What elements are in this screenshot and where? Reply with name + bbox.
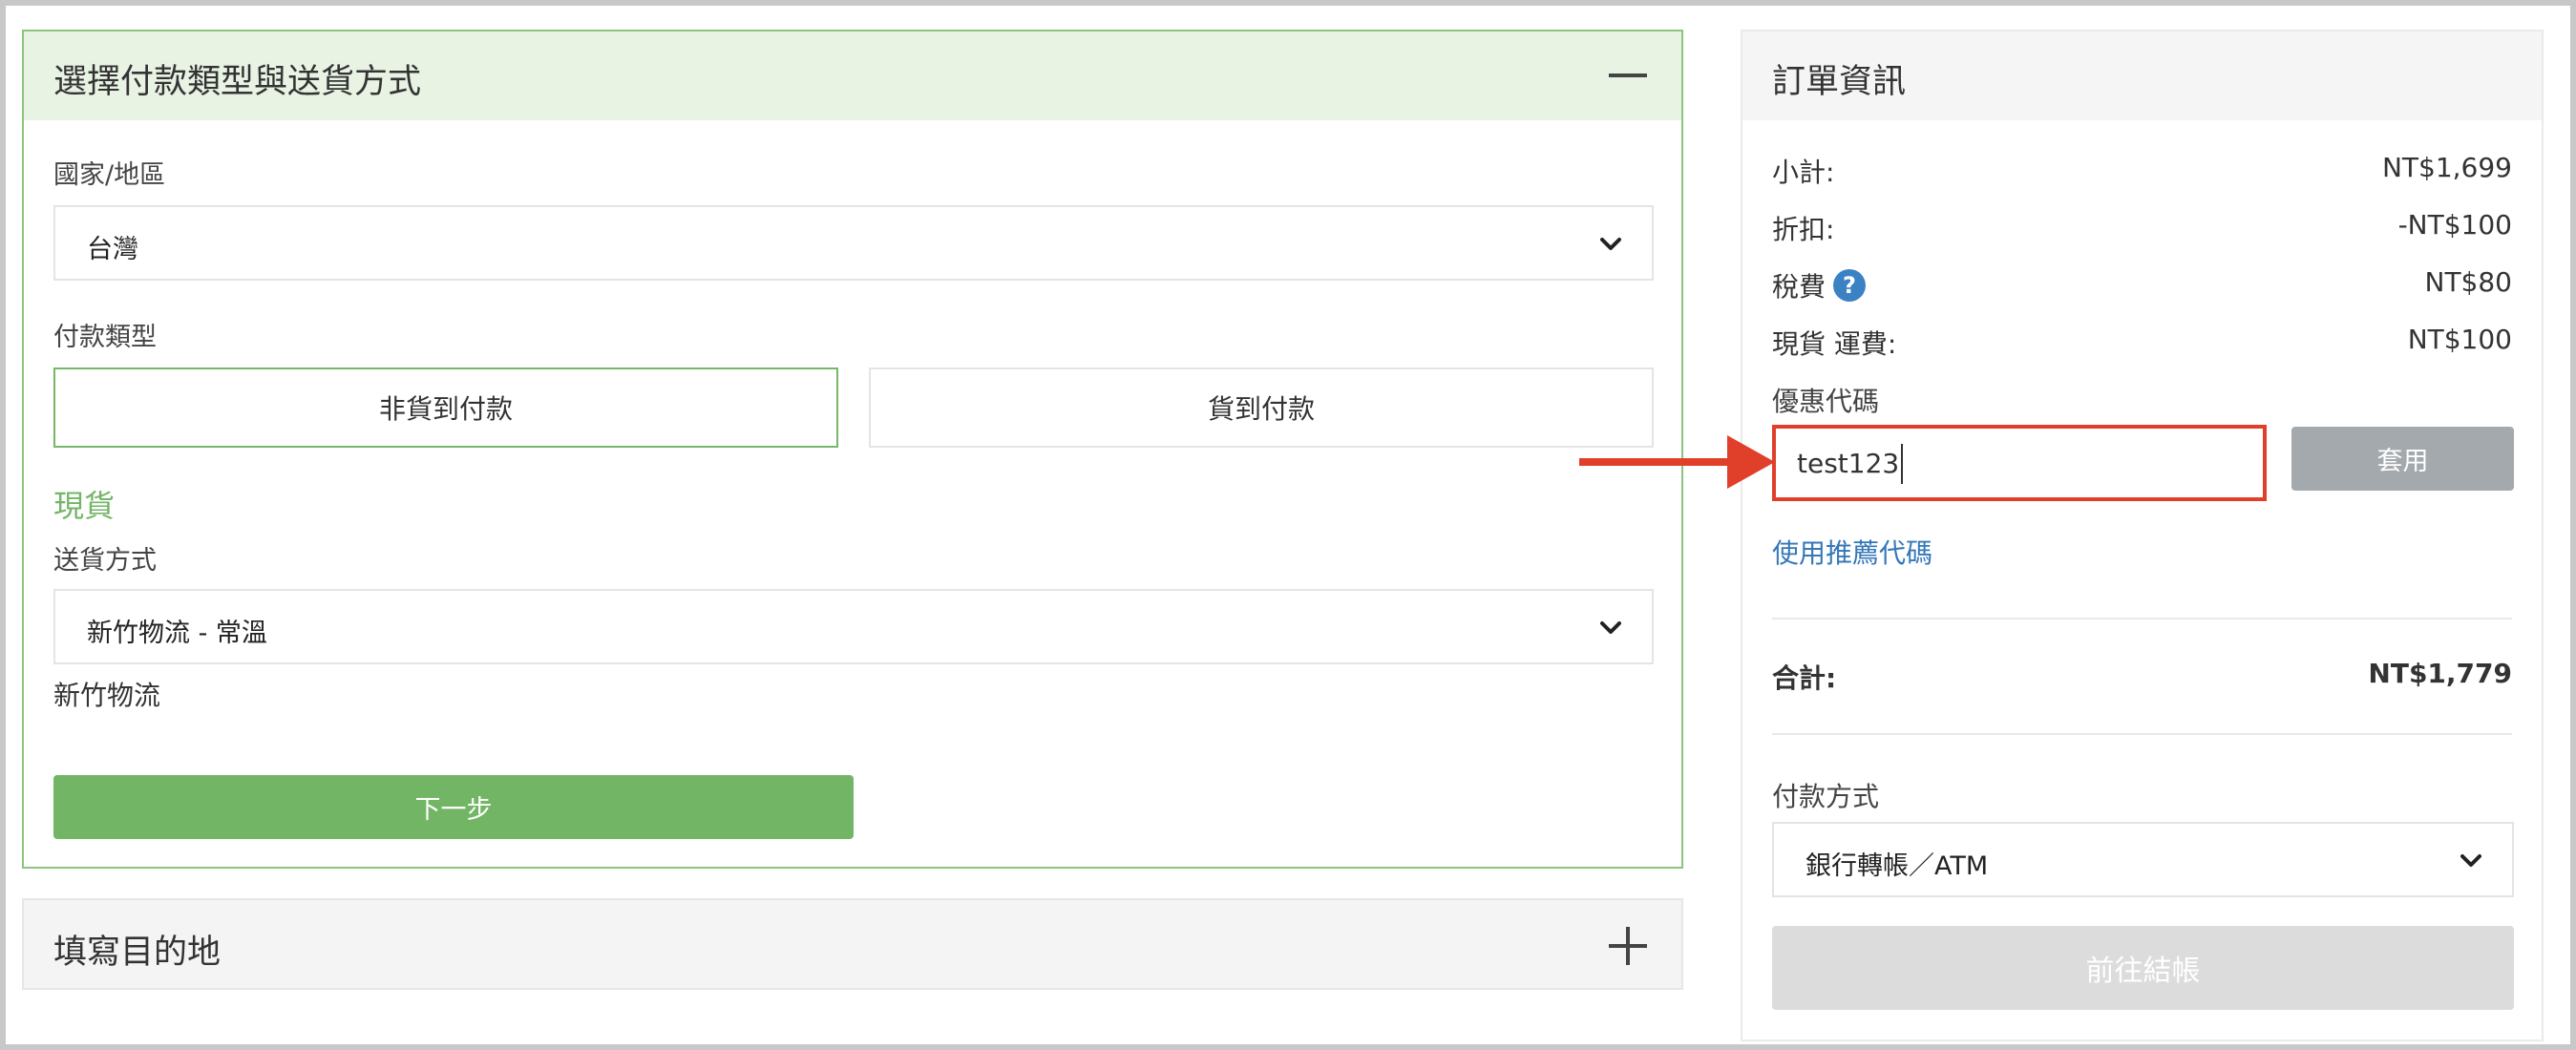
text-cursor xyxy=(1901,444,1903,484)
order-info-panel: 訂單資訊 小計: NT$1,699 折扣: -NT$100 稅費 ? NT$80… xyxy=(1741,30,2544,1041)
collapse-minus-icon[interactable] xyxy=(1609,74,1647,77)
coupon-code-input[interactable]: test123 xyxy=(1772,425,2267,501)
coupon-code-label: 優惠代碼 xyxy=(1772,386,1880,417)
subtotal-row: 小計: NT$1,699 xyxy=(1772,152,2512,190)
payment-method-select[interactable]: 銀行轉帳／ATM xyxy=(1772,822,2514,897)
payment-method-select-value: 銀行轉帳／ATM xyxy=(1805,851,1989,881)
divider xyxy=(1772,618,2512,620)
tax-row: 稅費 ? NT$80 xyxy=(1772,266,2512,304)
total-row: 合計: NT$1,779 xyxy=(1772,658,2512,696)
payment-option-non-cod[interactable]: 非貨到付款 xyxy=(53,368,838,448)
order-info-header: 訂單資訊 xyxy=(1742,32,2542,120)
delivery-method-label: 送貨方式 xyxy=(53,546,157,576)
checkout-button[interactable]: 前往結帳 xyxy=(1772,926,2514,1010)
shipping-fee-value: NT$100 xyxy=(2407,324,2512,355)
delivery-method-select[interactable]: 新竹物流 - 常溫 xyxy=(53,589,1654,664)
shipping-payment-panel-title: 選擇付款類型與送貨方式 xyxy=(53,63,422,101)
tax-label: 稅費 xyxy=(1772,271,1826,303)
shipping-payment-panel-header[interactable]: 選擇付款類型與送貨方式 xyxy=(24,32,1681,120)
shipping-payment-panel: 選擇付款類型與送貨方式 國家/地區 台灣 付款類型 非貨到付款 貨到付款 現貨 … xyxy=(22,30,1683,869)
help-icon[interactable]: ? xyxy=(1833,269,1867,302)
subtotal-label: 小計: xyxy=(1772,157,1835,188)
tax-label-group: 稅費 ? xyxy=(1772,266,1867,304)
order-info-title: 訂單資訊 xyxy=(1772,63,1907,101)
payment-type-label: 付款類型 xyxy=(53,323,157,352)
apply-coupon-button[interactable]: 套用 xyxy=(2291,427,2514,491)
discount-value: -NT$100 xyxy=(2397,209,2512,241)
referral-code-link[interactable]: 使用推薦代碼 xyxy=(1772,533,1932,571)
next-step-button[interactable]: 下一步 xyxy=(53,775,854,839)
total-label: 合計: xyxy=(1772,662,1837,694)
carrier-name: 新竹物流 xyxy=(53,680,161,711)
delivery-method-select-value: 新竹物流 - 常溫 xyxy=(87,619,267,648)
destination-panel[interactable]: 填寫目的地 xyxy=(22,898,1683,990)
country-label: 國家/地區 xyxy=(53,160,166,190)
annotation-arrow-shaft xyxy=(1579,458,1732,466)
destination-panel-title: 填寫目的地 xyxy=(53,934,222,972)
discount-row: 折扣: -NT$100 xyxy=(1772,209,2512,247)
chevron-down-icon xyxy=(1600,621,1621,634)
country-select[interactable]: 台灣 xyxy=(53,205,1654,281)
expand-plus-icon[interactable] xyxy=(1609,927,1647,965)
divider xyxy=(1772,733,2512,735)
country-select-value: 台灣 xyxy=(87,235,138,264)
discount-label: 折扣: xyxy=(1772,214,1835,245)
payment-method-label: 付款方式 xyxy=(1772,781,1880,812)
chevron-down-icon xyxy=(1600,238,1621,250)
annotation-arrow-icon xyxy=(1727,435,1775,489)
payment-option-cod[interactable]: 貨到付款 xyxy=(869,368,1654,448)
stock-section-label: 現貨 xyxy=(53,488,116,524)
total-value: NT$1,779 xyxy=(2368,658,2512,689)
tax-value: NT$80 xyxy=(2424,266,2513,298)
chevron-down-icon xyxy=(2460,854,2481,867)
shipping-fee-label: 現貨 運費: xyxy=(1772,328,1897,360)
coupon-code-value: test123 xyxy=(1797,448,1900,479)
shipping-fee-row: 現貨 運費: NT$100 xyxy=(1772,324,2512,362)
subtotal-value: NT$1,699 xyxy=(2381,152,2512,183)
